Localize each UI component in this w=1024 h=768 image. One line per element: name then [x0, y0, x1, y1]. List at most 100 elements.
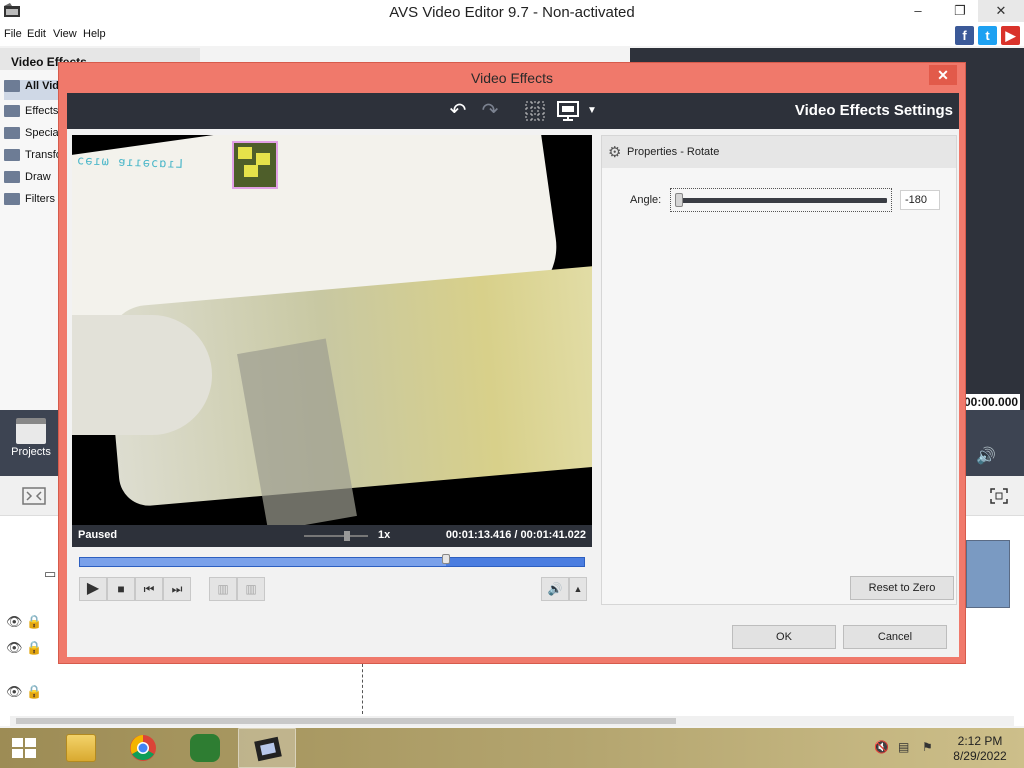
undo-icon[interactable]: ↶	[445, 99, 471, 123]
menu-file[interactable]: File	[4, 28, 22, 40]
current-time: 00:01:13.416	[445, 529, 512, 541]
scrollbar-thumb[interactable]	[16, 718, 676, 724]
clock-date: 8/29/2022	[953, 749, 1007, 763]
folder-icon	[4, 105, 20, 118]
volume-button[interactable]: 🔊	[541, 577, 569, 601]
maximize-button[interactable]: ❐	[944, 0, 976, 22]
film-strip-icon	[254, 736, 282, 762]
angle-slider-track	[675, 198, 887, 203]
taskbar-file-explorer[interactable]	[52, 728, 110, 768]
folder-icon	[4, 80, 20, 93]
app-title-bar: AVS Video Editor 9.7 - Non-activated – ❐…	[0, 0, 1024, 24]
seek-bar-knob[interactable]	[442, 554, 451, 564]
speaker-muted-icon[interactable]: 🔇	[874, 740, 889, 754]
properties-title: Properties - Rotate	[627, 146, 720, 158]
tree-item-filters[interactable]: Filters	[4, 190, 60, 210]
tree-item-special[interactable]: Special	[4, 124, 60, 144]
youtube-icon[interactable]: ▶	[1001, 26, 1020, 45]
ok-button[interactable]: OK	[732, 625, 836, 649]
taskbar	[0, 728, 1024, 768]
playback-status-bar: Paused 1x 00:01:13.416 / 00:01:41.022	[72, 525, 592, 547]
folder-icon	[4, 171, 20, 184]
preview-controls	[962, 410, 1024, 476]
properties-panel: ⚙ Properties - Rotate Angle: -180 Reset …	[601, 135, 957, 605]
previous-frame-button[interactable]: ⏮	[135, 577, 163, 601]
track-visibility-icon[interactable]: 👁 🔒	[6, 684, 82, 706]
tree-item-transform[interactable]: Transform	[4, 146, 60, 166]
seek-bar-fill	[80, 558, 447, 566]
close-button[interactable]: ✕	[978, 0, 1024, 22]
folder-icon	[4, 127, 20, 140]
taskbar-chrome[interactable]	[114, 728, 172, 768]
timeline-clip-thumbnail[interactable]	[966, 540, 1010, 608]
menu-view[interactable]: View	[53, 28, 77, 40]
facebook-icon[interactable]: f	[955, 26, 974, 45]
mark-in-button[interactable]: ▥	[209, 577, 237, 601]
reset-to-zero-button[interactable]: Reset to Zero	[850, 576, 954, 600]
video-overlay-logo	[232, 141, 278, 189]
projects-button[interactable]: Projects	[0, 410, 62, 476]
windows-icon	[12, 738, 36, 758]
menu-bar: File Edit View Help	[0, 24, 1024, 46]
dialog-title: Video Effects	[471, 70, 553, 86]
playback-speed: 1x	[378, 529, 391, 541]
chrome-icon	[130, 735, 156, 761]
clapperboard-icon	[16, 418, 46, 444]
speed-slider-knob[interactable]	[344, 531, 350, 541]
taskbar-game-app[interactable]	[176, 728, 234, 768]
twitter-icon[interactable]: t	[978, 26, 997, 45]
video-frame-region	[72, 315, 212, 435]
fit-timeline-icon[interactable]	[990, 488, 1008, 504]
folder-icon	[4, 149, 20, 162]
preview-time: 00:00.000	[962, 394, 1021, 410]
start-button[interactable]	[0, 728, 50, 768]
angle-label: Angle:	[630, 194, 662, 206]
taskbar-avs-video-editor[interactable]	[238, 728, 296, 768]
monitor-icon[interactable]	[555, 99, 581, 123]
timeline-cursor	[362, 664, 363, 714]
volume-icon[interactable]: 🔊	[976, 446, 996, 466]
cancel-button[interactable]: Cancel	[843, 625, 947, 649]
menu-edit[interactable]: Edit	[27, 28, 46, 40]
total-time: 00:01:41.022	[520, 529, 586, 541]
redo-icon[interactable]: ↷	[477, 99, 503, 123]
seek-bar[interactable]	[79, 554, 585, 567]
playback-time: 00:01:13.416 / 00:01:41.022	[446, 529, 586, 541]
folder-icon	[66, 734, 96, 762]
dialog-close-button[interactable]: ✕	[929, 65, 957, 85]
gear-icon: ⚙	[608, 144, 622, 161]
angle-input[interactable]: -180	[900, 190, 940, 210]
properties-header: ⚙ Properties - Rotate	[602, 136, 956, 168]
video-preview: Lıɑɔǝııɐ ωıǝɔ	[72, 135, 592, 525]
storyboard-icon[interactable]	[22, 486, 46, 506]
network-icon[interactable]: ▤	[898, 740, 909, 754]
clock-time: 2:12 PM	[957, 734, 1003, 748]
next-frame-button[interactable]: ⏭	[163, 577, 191, 601]
playback-state: Paused	[78, 529, 118, 541]
time-separator: /	[514, 529, 518, 541]
dialog-body: ↶ ↷ ▼ Video Effects Settings Lıɑɔǝııɐ ωı…	[67, 93, 959, 657]
volume-dropdown-icon[interactable]: ▲	[569, 577, 587, 601]
grid-icon[interactable]	[522, 99, 548, 123]
play-button[interactable]: ▶	[79, 577, 107, 601]
menu-help[interactable]: Help	[83, 28, 106, 40]
app-title: AVS Video Editor 9.7 - Non-activated	[389, 4, 635, 21]
speed-slider[interactable]	[304, 535, 368, 537]
tree-item-effects[interactable]: Effects	[4, 102, 60, 122]
video-effects-dialog: Video Effects ✕ ↶ ↷ ▼ Video Effects Sett…	[58, 62, 966, 664]
angle-slider[interactable]	[670, 188, 892, 212]
projects-label: Projects	[11, 446, 51, 458]
dialog-toolbar: ↶ ↷ ▼ Video Effects Settings	[67, 93, 959, 129]
taskbar-clock[interactable]: 2:12 PM 8/29/2022	[948, 734, 1012, 764]
creature-icon	[190, 734, 220, 762]
horizontal-scrollbar[interactable]	[10, 716, 1014, 726]
minimize-button[interactable]: –	[902, 0, 934, 22]
stop-button[interactable]: ■	[107, 577, 135, 601]
dropdown-icon[interactable]: ▼	[579, 99, 605, 123]
settings-title: Video Effects Settings	[794, 102, 953, 119]
tree-item-all[interactable]: All Video Effects	[4, 80, 60, 100]
mark-out-button[interactable]: ▥	[237, 577, 265, 601]
action-center-icon[interactable]: ⚑	[922, 740, 933, 754]
angle-slider-knob[interactable]	[675, 193, 683, 207]
tree-item-draw[interactable]: Draw	[4, 168, 60, 188]
